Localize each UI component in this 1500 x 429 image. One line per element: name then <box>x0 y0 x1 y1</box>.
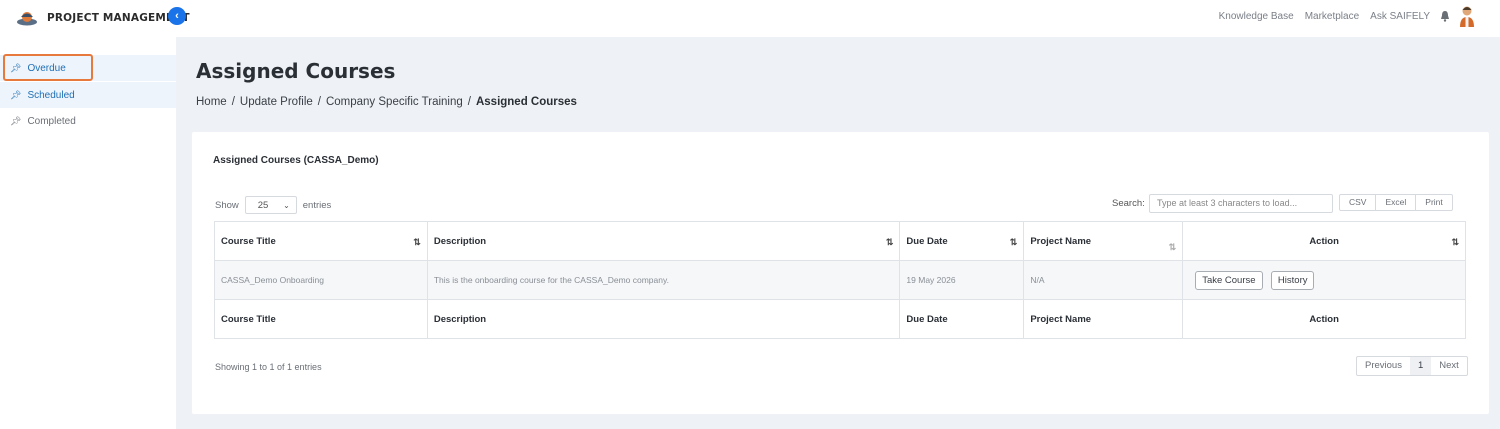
cell-description: This is the onboarding course for the CA… <box>426 260 901 300</box>
pagination: Previous 1 Next <box>1356 356 1468 376</box>
cell-project-name: N/A <box>1023 260 1184 300</box>
sidebar-item-scheduled[interactable]: 📌︎ Scheduled <box>0 82 176 108</box>
table-row: CASSA_Demo Onboarding This is the onboar… <box>214 260 1466 300</box>
sort-icon: ⇅ <box>885 237 894 247</box>
footer-description: Description <box>426 299 901 339</box>
header-course-title[interactable]: Course Title ⇅ <box>214 221 428 261</box>
top-bar: PROJECT MANAGEMENT ‹ Knowledge Base Mark… <box>0 0 1500 37</box>
pin-icon: 📌︎ <box>10 62 22 73</box>
csv-button[interactable]: CSV <box>1340 195 1375 210</box>
breadcrumb-current: Assigned Courses <box>475 96 577 108</box>
cell-course-title: CASSA_Demo Onboarding <box>214 260 428 300</box>
card-title: Assigned Courses (CASSA_Demo) <box>213 155 379 166</box>
courses-card: Assigned Courses (CASSA_Demo) Show 25 ⌄ … <box>192 132 1489 414</box>
user-avatar[interactable] <box>1458 4 1476 28</box>
chevron-down-icon: ⌄ <box>283 200 290 210</box>
entries-value: 25 <box>257 199 269 211</box>
courses-table: Course Title ⇅ Description ⇅ Due Date ⇅ Pro… <box>214 221 1466 339</box>
sidebar-item-overdue[interactable]: 📌︎ Overdue <box>0 55 176 81</box>
export-buttons: CSV Excel Print <box>1339 194 1453 211</box>
page-title: Assigned Courses <box>196 59 396 83</box>
sidebar-item-label: Overdue <box>27 62 66 74</box>
header-due-date[interactable]: Due Date ⇅ <box>899 221 1025 261</box>
search-input[interactable]: Type at least 3 characters to load... <box>1149 194 1333 213</box>
main-content: Assigned Courses Home / Update Profile /… <box>176 37 1500 429</box>
page-1-button[interactable]: 1 <box>1409 357 1432 375</box>
entries-select[interactable]: 25 ⌄ <box>244 196 297 214</box>
entries-label: entries <box>302 199 332 211</box>
breadcrumb-home[interactable]: Home <box>196 96 227 108</box>
breadcrumb-update-profile[interactable]: Update Profile <box>240 96 313 108</box>
sidebar-collapse-button[interactable]: ‹ <box>168 7 186 25</box>
excel-button[interactable]: Excel <box>1375 195 1415 210</box>
sidebar-item-label: Completed <box>27 115 76 127</box>
sort-icon: ⇅ <box>1009 237 1018 247</box>
show-label: Show <box>215 199 239 211</box>
cell-due-date: 19 May 2026 <box>899 260 1025 300</box>
entries-control: Show 25 ⌄ entries <box>215 196 331 214</box>
footer-course-title: Course Title <box>214 299 428 339</box>
sidebar-item-label: Scheduled <box>27 89 75 101</box>
breadcrumb-company-training[interactable]: Company Specific Training <box>326 96 463 108</box>
search-label: Search: <box>1112 198 1145 209</box>
bell-icon[interactable] <box>1440 10 1450 22</box>
sort-desc-icon: ⇅ <box>1168 242 1177 252</box>
pin-icon: 📌︎ <box>10 115 22 126</box>
table-footer-row: Course Title Description Due Date Projec… <box>214 299 1466 339</box>
nav-marketplace[interactable]: Marketplace <box>1305 11 1359 22</box>
chevron-left-icon: ‹ <box>175 10 179 22</box>
table-info: Showing 1 to 1 of 1 entries <box>215 362 322 372</box>
table-header-row: Course Title ⇅ Description ⇅ Due Date ⇅ Pro… <box>214 221 1466 261</box>
footer-due-date: Due Date <box>899 299 1025 339</box>
previous-button[interactable]: Previous <box>1357 357 1410 375</box>
print-button[interactable]: Print <box>1415 195 1451 210</box>
sidebar: 📌︎ Overdue 📌︎ Scheduled 📌︎ Completed <box>0 37 176 429</box>
top-nav: Knowledge Base Marketplace Ask SAIFELY <box>1219 11 1430 22</box>
header-action[interactable]: Action ⇅ <box>1182 221 1466 261</box>
pin-icon: 📌︎ <box>10 89 22 100</box>
nav-ask-saifely[interactable]: Ask SAIFELY <box>1370 11 1430 22</box>
header-description[interactable]: Description ⇅ <box>426 221 901 261</box>
brand-logo-icon <box>17 12 37 26</box>
take-course-button[interactable]: Take Course <box>1195 270 1263 290</box>
cell-actions: Take Course History <box>1182 260 1466 300</box>
sidebar-item-completed[interactable]: 📌︎ Completed <box>0 108 176 134</box>
header-project-name[interactable]: Project Name ⇅ <box>1023 221 1184 261</box>
sort-icon: ⇅ <box>1451 237 1459 247</box>
breadcrumb: Home / Update Profile / Company Specific… <box>196 96 577 108</box>
footer-action: Action <box>1182 299 1466 339</box>
footer-project-name: Project Name <box>1023 299 1184 339</box>
next-button[interactable]: Next <box>1431 357 1467 375</box>
history-button[interactable]: History <box>1270 270 1315 290</box>
nav-knowledge-base[interactable]: Knowledge Base <box>1219 11 1294 22</box>
sort-icon: ⇅ <box>413 237 421 247</box>
